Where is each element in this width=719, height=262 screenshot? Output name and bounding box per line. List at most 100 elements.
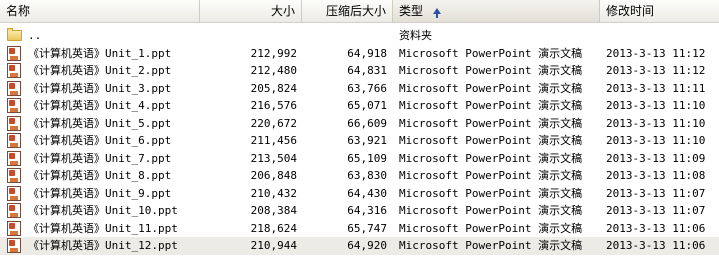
file-modified-time: 2013-3-13 11:07 [606,186,706,200]
powerpoint-file-icon [7,45,21,61]
file-modified-time: 2013-3-13 11:12 [606,64,706,77]
file-size: 218,624 [250,221,297,235]
column-header-name[interactable]: 名称 [0,0,200,22]
file-type: 资料夹 [399,29,432,42]
file-name: 《计算机英语》Unit_6.ppt [28,134,172,147]
file-size: 220,672 [250,116,297,130]
file-name: .. [28,29,42,42]
file-modified-time: 2013-3-13 11:11 [606,81,706,95]
powerpoint-file-icon [7,80,21,96]
file-compressed-size: 65,747 [347,221,387,235]
file-compressed-size: 64,918 [347,46,387,60]
file-compressed-size: 63,830 [347,169,387,182]
file-modified-time: 2013-3-13 11:08 [606,169,706,182]
file-type: Microsoft PowerPoint 演示文稿 [399,186,583,200]
file-list: .. 资料夹《计算机英语》Unit_1.ppt 212,992 64,918 Micro… [0,27,719,255]
file-type: Microsoft PowerPoint 演示文稿 [399,81,583,95]
file-size: 213,504 [250,151,297,165]
column-header-compressed-size-label: 压缩后大小 [325,4,386,18]
column-header-bar: 名称 大小 压缩后大小 类型 修改时间 [0,0,719,23]
file-row[interactable]: 《计算机英语》Unit_5.ppt 220,672 66,609 Microsoft … [0,115,719,133]
file-modified-time: 2013-3-13 11:10 [606,134,706,147]
file-type: Microsoft PowerPoint 演示文稿 [399,151,583,165]
file-type: Microsoft PowerPoint 演示文稿 [399,221,583,235]
file-size: 212,992 [250,46,297,60]
file-compressed-size: 65,109 [347,151,387,165]
file-modified-time: 2013-3-13 11:07 [606,204,706,217]
file-size: 205,824 [250,81,297,95]
file-type: Microsoft PowerPoint 演示文稿 [399,169,583,182]
file-type: Microsoft PowerPoint 演示文稿 [399,204,583,217]
file-size: 212,480 [250,64,297,77]
powerpoint-file-icon [7,185,21,201]
file-compressed-size: 66,609 [347,116,387,130]
column-header-type-label: 类型 [399,4,424,18]
file-type: Microsoft PowerPoint 演示文稿 [399,134,583,147]
file-name: 《计算机英语》Unit_12.ppt [28,239,178,252]
file-compressed-size: 64,920 [347,239,387,252]
file-row[interactable]: 《计算机英语》Unit_10.ppt 208,384 64,316 Microsoft… [0,202,719,220]
column-header-size-label: 大小 [270,4,295,18]
file-size: 216,576 [250,99,297,112]
powerpoint-file-icon [7,220,21,236]
file-type: Microsoft PowerPoint 演示文稿 [399,64,583,77]
powerpoint-file-icon [7,150,21,166]
file-name: 《计算机英语》Unit_10.ppt [28,204,178,217]
file-modified-time: 2013-3-13 11:10 [606,116,706,130]
folder-icon [7,28,22,41]
file-row[interactable]: 《计算机英语》Unit_12.ppt 210,944 64,920 Microsoft… [0,237,719,255]
file-size: 211,456 [250,134,297,147]
file-row[interactable]: 《计算机英语》Unit_11.ppt 218,624 65,747 Microsoft… [0,220,719,238]
column-header-name-label: 名称 [6,4,31,18]
file-compressed-size: 64,430 [347,186,387,200]
file-row[interactable]: 《计算机英语》Unit_7.ppt 213,504 65,109 Microsoft … [0,150,719,168]
file-modified-time: 2013-3-13 11:12 [606,46,706,60]
file-name: 《计算机英语》Unit_9.ppt [28,186,172,200]
file-modified-time: 2013-3-13 11:09 [606,151,706,165]
file-size: 206,848 [250,169,297,182]
file-compressed-size: 63,766 [347,81,387,95]
file-row[interactable]: 《计算机英语》Unit_9.ppt 210,432 64,430 Microsoft … [0,185,719,203]
file-type: Microsoft PowerPoint 演示文稿 [399,99,583,112]
file-modified-time: 2013-3-13 11:10 [606,99,706,112]
file-size: 210,432 [250,186,297,200]
file-row[interactable]: 《计算机英语》Unit_1.ppt 212,992 64,918 Microsoft … [0,45,719,63]
file-row[interactable]: 《计算机英语》Unit_4.ppt 216,576 65,071 Microsoft … [0,97,719,115]
file-name: 《计算机英语》Unit_3.ppt [28,81,172,95]
column-header-type[interactable]: 类型 [393,0,600,22]
powerpoint-file-icon [7,115,21,131]
file-name: 《计算机英语》Unit_4.ppt [28,99,172,112]
powerpoint-file-icon [7,203,21,218]
file-name: 《计算机英语》Unit_7.ppt [28,151,172,165]
file-compressed-size: 64,831 [347,64,387,77]
file-compressed-size: 64,316 [347,204,387,217]
file-size: 208,384 [250,204,297,217]
powerpoint-file-icon [7,238,21,253]
file-name: 《计算机英语》Unit_8.ppt [28,169,172,182]
file-compressed-size: 63,921 [347,134,387,147]
file-type: Microsoft PowerPoint 演示文稿 [399,46,583,60]
column-header-modified-label: 修改时间 [606,4,655,18]
file-modified-time: 2013-3-13 11:06 [606,239,706,252]
powerpoint-file-icon [7,98,21,113]
file-compressed-size: 65,071 [347,99,387,112]
sort-ascending-icon [433,7,442,18]
file-row[interactable]: 《计算机英语》Unit_3.ppt 205,824 63,766 Microsoft … [0,80,719,98]
file-name: 《计算机英语》Unit_2.ppt [28,64,172,77]
file-name: 《计算机英语》Unit_5.ppt [28,116,172,130]
powerpoint-file-icon [7,168,21,183]
file-size: 210,944 [250,239,297,252]
file-type: Microsoft PowerPoint 演示文稿 [399,239,583,252]
file-name: 《计算机英语》Unit_1.ppt [28,46,172,60]
file-row[interactable]: 《计算机英语》Unit_2.ppt 212,480 64,831 Microsoft … [0,62,719,80]
file-row[interactable]: 《计算机英语》Unit_6.ppt 211,456 63,921 Microsoft … [0,132,719,150]
powerpoint-file-icon [7,63,21,78]
file-row[interactable]: 《计算机英语》Unit_8.ppt 206,848 63,830 Microsoft … [0,167,719,185]
column-header-size[interactable]: 大小 [200,0,302,22]
file-modified-time: 2013-3-13 11:06 [606,221,706,235]
column-header-modified[interactable]: 修改时间 [600,0,719,22]
column-header-compressed-size[interactable]: 压缩后大小 [302,0,393,22]
parent-folder-row[interactable]: .. 资料夹 [0,27,719,45]
file-name: 《计算机英语》Unit_11.ppt [28,221,178,235]
file-type: Microsoft PowerPoint 演示文稿 [399,116,583,130]
